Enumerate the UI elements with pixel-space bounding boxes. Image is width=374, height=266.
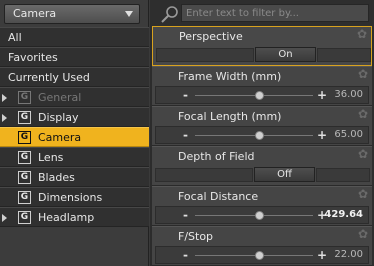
category-dropdown-value: Camera	[13, 7, 57, 20]
tree-item-general[interactable]: G General	[0, 87, 149, 107]
tree-item-label: Lens	[38, 151, 64, 164]
perspective-property: Perspective ✿ On	[152, 26, 372, 66]
fstop-slider[interactable]: - + 22.00	[155, 246, 369, 264]
tree-item-headlamp[interactable]: G Headlamp	[0, 207, 149, 227]
category-list: All Favorites Currently Used G General G…	[0, 27, 149, 227]
tree-item-camera[interactable]: G Camera	[0, 127, 149, 147]
tree-item-label: Camera	[38, 131, 82, 144]
category-panel: Camera All Favorites Currently Used G Ge…	[0, 0, 149, 266]
expand-arrow-icon[interactable]	[2, 114, 7, 122]
tree-item-label: Dimensions	[38, 191, 103, 204]
toggle-track	[317, 48, 371, 62]
slider-value[interactable]: 22.00	[334, 249, 363, 260]
fstop-property: F/Stop ✿ - + 22.00	[152, 226, 372, 266]
group-icon: G	[18, 171, 31, 184]
group-icon: G	[18, 151, 31, 164]
focal-length-slider[interactable]: - + 65.00	[155, 126, 369, 144]
tree-item-label: Headlamp	[38, 211, 95, 224]
properties-panel: Perspective ✿ On Frame Width (mm) ✿ - + …	[150, 0, 374, 266]
gear-icon[interactable]: ✿	[358, 228, 370, 240]
list-item-currently-used[interactable]: Currently Used	[0, 67, 149, 87]
focal-distance-slider[interactable]: - + 429.64	[155, 206, 369, 224]
perspective-toggle[interactable]: On	[255, 47, 316, 62]
focal-length-property: Focal Length (mm) ✿ - + 65.00	[152, 106, 372, 146]
focal-distance-property: Focal Distance ✿ - + 429.64	[152, 186, 372, 226]
slider-knob[interactable]	[254, 251, 264, 260]
gear-icon[interactable]: ✿	[358, 188, 370, 200]
tree-item-label: General	[38, 91, 82, 104]
depth-of-field-toggle[interactable]: Off	[254, 167, 315, 182]
decrement-button[interactable]: -	[183, 208, 188, 222]
decrement-button[interactable]: -	[183, 88, 188, 102]
group-icon: G	[18, 211, 31, 224]
group-icon: G	[18, 131, 31, 144]
slider-knob[interactable]	[254, 91, 264, 100]
slider-value[interactable]: 36.00	[334, 89, 363, 100]
property-label: F/Stop	[178, 230, 214, 243]
filter-input[interactable]	[181, 4, 369, 22]
gear-icon[interactable]: ✿	[358, 108, 370, 120]
group-icon: G	[18, 111, 31, 124]
tree-item-lens[interactable]: G Lens	[0, 147, 149, 167]
group-icon: G	[18, 91, 31, 104]
search-icon[interactable]	[160, 5, 180, 23]
gear-icon[interactable]: ✿	[358, 68, 370, 80]
group-icon: G	[18, 191, 31, 204]
slider-knob[interactable]	[254, 131, 264, 140]
tree-item-blades[interactable]: G Blades	[0, 167, 149, 187]
slider-value[interactable]: 65.00	[334, 129, 363, 140]
filter-bar	[150, 0, 374, 26]
category-dropdown[interactable]: Camera	[4, 4, 140, 24]
decrement-button[interactable]: -	[183, 248, 188, 262]
chevron-down-icon	[125, 11, 133, 17]
toggle-track	[316, 168, 370, 182]
tree-item-label: Blades	[38, 171, 75, 184]
tree-item-dimensions[interactable]: G Dimensions	[0, 187, 149, 207]
property-label: Focal Distance	[178, 190, 259, 203]
gear-icon[interactable]: ✿	[358, 148, 370, 160]
property-label: Perspective	[179, 30, 243, 43]
property-label: Depth of Field	[178, 150, 255, 163]
frame-width-property: Frame Width (mm) ✿ - + 36.00	[152, 66, 372, 106]
gear-icon[interactable]: ✿	[357, 28, 369, 40]
property-label: Frame Width (mm)	[178, 70, 282, 83]
decrement-button[interactable]: -	[183, 128, 188, 142]
tree-item-label: Display	[38, 111, 79, 124]
list-item-all[interactable]: All	[0, 27, 149, 47]
expand-arrow-icon[interactable]	[2, 214, 7, 222]
list-item-favorites[interactable]: Favorites	[0, 47, 149, 67]
toggle-track	[155, 168, 253, 182]
increment-button[interactable]: +	[317, 248, 327, 262]
slider-value[interactable]: 429.64	[324, 209, 363, 220]
expand-arrow-icon[interactable]	[2, 94, 7, 102]
depth-of-field-property: Depth of Field ✿ Off	[152, 146, 372, 186]
tree-item-display[interactable]: G Display	[0, 107, 149, 127]
increment-button[interactable]: +	[317, 128, 327, 142]
increment-button[interactable]: +	[317, 88, 327, 102]
slider-knob[interactable]	[254, 211, 264, 220]
property-label: Focal Length (mm)	[178, 110, 282, 123]
frame-width-slider[interactable]: - + 36.00	[155, 86, 369, 104]
toggle-track	[156, 48, 254, 62]
